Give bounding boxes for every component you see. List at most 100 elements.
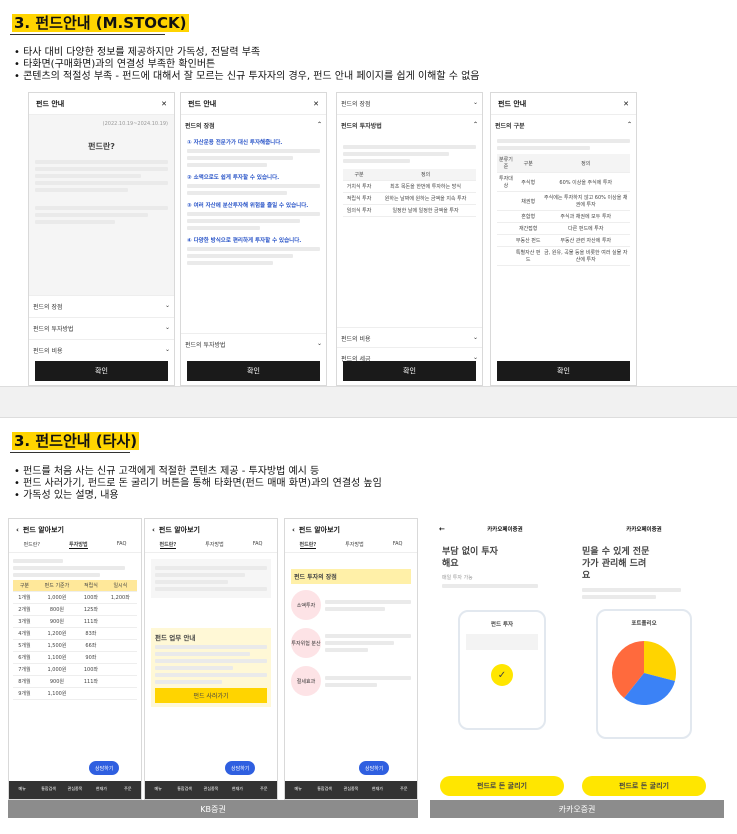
chevron-down-icon: ⌄ (164, 302, 170, 309)
table-row: 8개월 900원 111좌 (13, 675, 137, 688)
tab-menu[interactable]: 메뉴 (145, 781, 171, 799)
table-cell: 거치식 투자 (343, 180, 376, 193)
back-icon[interactable]: ‹ (16, 526, 19, 534)
meta-date: (2022.10.19~2024.10.19) (102, 121, 168, 127)
table-cell: 임의식 투자 (343, 204, 376, 217)
accordion-advantages[interactable]: 펀드의 장점 ⌄ (337, 93, 482, 114)
consult-badge[interactable]: 상담하기 (359, 761, 390, 775)
table-cell: 일정한 날에 일정한 금액을 투자 (375, 204, 476, 217)
tab-order[interactable]: 주문 (391, 781, 417, 799)
table-cell: 111좌 (78, 615, 104, 628)
consult-badge[interactable]: 상담하기 (89, 761, 120, 775)
table-cell: 1,000원 (35, 591, 79, 604)
back-arrow-icon[interactable]: ← (439, 525, 445, 533)
table-row: 적립식 투자 원하는 날짜에 원하는 금액을 지속 투자 (343, 192, 476, 205)
tab-method[interactable]: 투자방법 (345, 541, 363, 549)
table-row: 재간접형 다른 펀드에 투자 (497, 222, 630, 235)
phone-illustration: 포트폴리오 (596, 609, 692, 739)
table-cell: 혼합형 (514, 210, 542, 223)
screen-header: 펀드 안내 (498, 99, 527, 108)
caption-kb: KB증권 (8, 800, 418, 818)
table-cell: 1,100원 (35, 651, 79, 664)
confirm-button[interactable]: 확인 (35, 361, 168, 381)
tab-search[interactable]: 통합검색 (311, 781, 337, 799)
table-row: 부동산 펀드 부동산 관련 자산에 투자 (497, 234, 630, 247)
back-icon[interactable]: ‹ (292, 526, 295, 534)
chevron-down-icon: ⌄ (164, 324, 170, 331)
tab-order[interactable]: 주문 (115, 781, 141, 799)
table-cell: 1,500원 (35, 639, 79, 652)
accordion-advantages[interactable]: 펀드의 장점 ⌄ (29, 295, 174, 317)
kakao-screen-2: 카카오페이증권 믿을 수 있게 전문가가 관리해 드려요 포트폴리오 펀드로 돈… (574, 518, 714, 800)
table-header: 구분 (13, 580, 36, 592)
caption-kakao: 카카오증권 (430, 800, 724, 818)
table-cell: 1,200좌 (103, 591, 137, 604)
tab-order[interactable]: 주문 (251, 781, 277, 799)
table-cell: 투자대상 (497, 172, 515, 192)
accordion-cost[interactable]: 펀드의 비용 ⌄ (337, 327, 482, 349)
accordion-label: 펀드의 장점 (185, 123, 215, 130)
confirm-button[interactable]: 확인 (497, 361, 630, 381)
tab-price[interactable]: 현재가 (364, 781, 390, 799)
table-row: 7개월 1,000원 100좌 (13, 663, 137, 676)
table-header: 일시식 (103, 580, 137, 592)
bottom-tabbar: 메뉴 통합검색 관심종목 현재가 주문 (9, 781, 141, 799)
consult-badge[interactable]: 상담하기 (225, 761, 256, 775)
accordion-label: 펀드의 비용 (33, 348, 63, 355)
tab-fund[interactable]: 펀드란? (24, 541, 40, 549)
tab-search[interactable]: 통합검색 (171, 781, 197, 799)
tab-price[interactable]: 현재가 (88, 781, 114, 799)
tab-faq[interactable]: FAQ (393, 541, 403, 549)
screen-title: 펀드 알아보기 (158, 526, 200, 534)
table-cell: 5개월 (13, 639, 36, 652)
chevron-up-icon: ⌃ (316, 121, 322, 128)
accordion-invest-method[interactable]: 펀드의 투자방법 ⌃ (337, 114, 482, 136)
table-cell: 100좌 (78, 663, 104, 676)
table-cell: 채권형 (514, 191, 542, 211)
confirm-button[interactable]: 확인 (187, 361, 320, 381)
tab-method[interactable]: 투자방법 (205, 541, 223, 549)
tab-watchlist[interactable]: 관심종목 (338, 781, 364, 799)
table-row: 4개월 1,200원 83좌 (13, 627, 137, 640)
table-cell: 83좌 (78, 627, 104, 640)
fund-cta-button[interactable]: 펀드로 돈 굴리기 (440, 776, 564, 796)
back-icon[interactable]: ‹ (152, 526, 155, 534)
tab-faq[interactable]: FAQ (253, 541, 263, 549)
close-icon[interactable]: ✕ (623, 100, 629, 108)
bullet: 펀드 사러가기, 펀드로 돈 굴리기 버튼을 통해 타화면(펀드 매매 화면)과… (14, 478, 382, 490)
accordion-label: 펀드의 장점 (341, 101, 371, 108)
table-cell: 원하는 날짜에 원하는 금액을 지속 투자 (375, 192, 476, 205)
confirm-button[interactable]: 확인 (343, 361, 476, 381)
buy-fund-button[interactable]: 펀드 사러가기 (155, 688, 267, 703)
accordion-invest-method[interactable]: 펀드의 투자방법 ⌄ (29, 317, 174, 339)
table-row: 2개월 800원 125좌 (13, 603, 137, 616)
tab-watchlist[interactable]: 관심종목 (62, 781, 88, 799)
bullet: 타사 대비 다양한 정보를 제공하지만 가독성, 전달력 부족 (14, 47, 480, 59)
app-title: 카카오페이증권 (626, 527, 662, 533)
tab-watchlist[interactable]: 관심종목 (198, 781, 224, 799)
tab-search[interactable]: 통합검색 (35, 781, 61, 799)
close-icon[interactable]: ✕ (313, 100, 319, 108)
advantage-item: 투자위험 분산 (291, 628, 321, 658)
table-header: 펀드 기준가 (35, 580, 79, 592)
tab-menu[interactable]: 메뉴 (285, 781, 311, 799)
tab-price[interactable]: 현재가 (224, 781, 250, 799)
kb-example-table: 구분 펀드 기준가 적립식 일시식 1개월 1,000원 100좌 1,200좌 2개월 80… (13, 580, 137, 700)
tab-faq[interactable]: FAQ (117, 541, 127, 549)
tab-fund[interactable]: 펀드란? (299, 541, 317, 549)
table-row: 채권형 주식에는 투자하지 않고 60% 이상을 채권에 투자 (497, 191, 630, 211)
accordion-fund-types[interactable]: 펀드의 구분 ⌃ (491, 115, 636, 136)
accordion-invest-method[interactable]: 펀드의 투자방법 ⌄ (181, 333, 326, 355)
slide-competitors: 3. 펀드안내 (타사) 펀드를 처음 사는 신규 고객에게 적절한 콘텐츠 제… (0, 418, 737, 834)
fund-cta-button[interactable]: 펀드로 돈 굴리기 (582, 776, 706, 796)
accordion-label: 펀드의 구분 (495, 123, 525, 130)
tab-fund[interactable]: 펀드란? (159, 541, 177, 549)
chevron-up-icon: ⌃ (626, 121, 632, 128)
table-cell: 주식과 채권에 모두 투자 (541, 210, 630, 223)
accordion-advantages[interactable]: 펀드의 장점 ⌃ (181, 115, 326, 136)
close-icon[interactable]: ✕ (161, 100, 167, 108)
accordion-cost[interactable]: 펀드의 비용 ⌄ (29, 339, 174, 361)
table-cell: 66좌 (78, 639, 104, 652)
tab-menu[interactable]: 메뉴 (9, 781, 35, 799)
tab-method[interactable]: 투자방법 (69, 541, 88, 549)
